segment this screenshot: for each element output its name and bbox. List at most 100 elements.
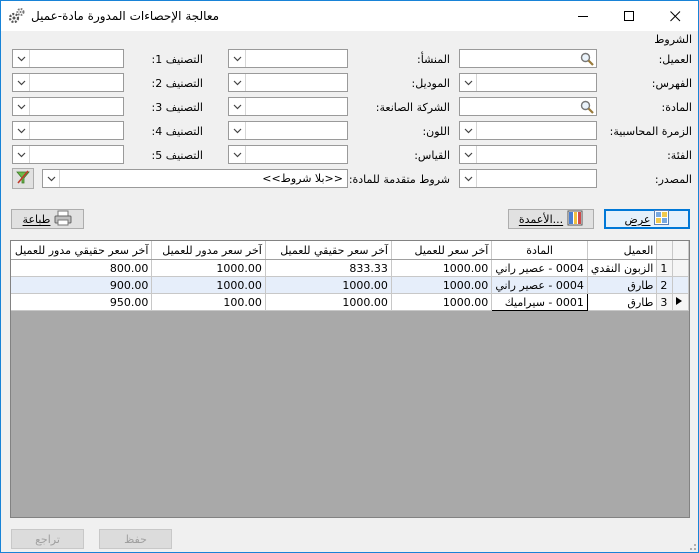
cell-last-rounded[interactable]: 1000.00 xyxy=(151,276,266,294)
cell-last-price[interactable]: 1000.00 xyxy=(391,293,493,311)
cell-last-price[interactable]: 1000.00 xyxy=(391,276,493,294)
cell-material[interactable]: 0004 - عصير راني xyxy=(491,259,588,277)
chevron-down-icon[interactable] xyxy=(229,122,246,139)
chevron-down-icon[interactable] xyxy=(13,98,30,115)
show-button[interactable]: عرض xyxy=(604,209,690,229)
class3-label: التصنيف 3: xyxy=(151,101,203,114)
chevron-down-icon[interactable] xyxy=(13,122,30,139)
chevron-down-icon[interactable] xyxy=(460,74,477,91)
table-row[interactable]: 900.00 1000.00 1000.00 1000.00 0004 - عص… xyxy=(11,276,689,294)
size-dropdown[interactable] xyxy=(228,145,348,164)
chevron-down-icon[interactable] xyxy=(13,74,30,91)
source-label: المصدر: xyxy=(654,173,692,186)
current-row-arrow-icon xyxy=(676,296,683,305)
cell-last-real[interactable]: 1000.00 xyxy=(265,276,392,294)
search-icon[interactable] xyxy=(578,98,596,115)
index-label: الفهرس: xyxy=(651,77,692,90)
chevron-down-icon[interactable] xyxy=(43,170,60,187)
columns-label: الأعمدة... xyxy=(518,212,564,226)
cell-last-rounded[interactable]: 100.00 xyxy=(151,293,266,311)
cell-last-rounded[interactable]: 1000.00 xyxy=(151,259,266,277)
print-button[interactable]: طباعة xyxy=(11,209,84,229)
chevron-down-icon[interactable] xyxy=(460,170,477,187)
advanced-conditions-value: <<بلا شروط>> xyxy=(262,172,343,185)
model-label: الموديل: xyxy=(411,77,450,90)
model-dropdown[interactable] xyxy=(228,73,348,92)
cell-last-real-rounded[interactable]: 800.00 xyxy=(11,259,153,277)
cell-customer[interactable]: الزبون النقدي xyxy=(587,259,658,277)
row-number-header xyxy=(656,241,674,260)
index-dropdown[interactable] xyxy=(459,73,597,92)
chevron-down-icon[interactable] xyxy=(460,146,477,163)
columns-button[interactable]: الأعمدة... xyxy=(508,209,594,229)
class5-label: التصنيف 5: xyxy=(151,149,203,162)
table-header-row: آخر سعر حقيقي مدور للعميل آخر سعر مدور ل… xyxy=(11,241,689,260)
cell-customer[interactable]: طارق xyxy=(587,276,658,294)
class2-dropdown[interactable] xyxy=(12,73,124,92)
chevron-down-icon[interactable] xyxy=(229,50,246,67)
table-row[interactable]: 800.00 1000.00 833.33 1000.00 0004 - عصي… xyxy=(11,259,689,277)
origin-dropdown[interactable] xyxy=(228,49,348,68)
maximize-button[interactable] xyxy=(606,1,652,31)
row-indicator[interactable] xyxy=(672,276,689,294)
chevron-down-icon[interactable] xyxy=(229,98,246,115)
accounting-group-label: الزمرة المحاسبية: xyxy=(609,125,692,138)
category-dropdown[interactable] xyxy=(459,145,597,164)
class1-dropdown[interactable] xyxy=(12,49,124,68)
col-header-material[interactable]: المادة xyxy=(491,241,588,260)
chevron-down-icon[interactable] xyxy=(229,74,246,91)
close-button[interactable] xyxy=(652,1,698,31)
cell-last-price[interactable]: 1000.00 xyxy=(391,259,493,277)
chevron-down-icon[interactable] xyxy=(460,122,477,139)
filter-wizard-button[interactable] xyxy=(12,168,34,189)
col-header-last-real[interactable]: آخر سعر حقيقي للعميل xyxy=(265,241,392,260)
chevron-down-icon[interactable] xyxy=(229,146,246,163)
col-header-last-real-rounded[interactable]: آخر سعر حقيقي مدور للعميل xyxy=(11,241,153,260)
save-label: حفظ xyxy=(124,532,147,546)
class4-dropdown[interactable] xyxy=(12,121,124,140)
chevron-down-icon[interactable] xyxy=(13,146,30,163)
advanced-conditions-label: شروط متقدمة للمادة: xyxy=(348,173,450,186)
customer-field[interactable] xyxy=(459,49,597,68)
chevron-down-icon[interactable] xyxy=(13,50,30,67)
row-indicator-header xyxy=(672,241,689,260)
accounting-group-dropdown[interactable] xyxy=(459,121,597,140)
category-label: الفئة: xyxy=(667,149,692,162)
cell-material[interactable]: 0004 - عصير راني xyxy=(491,276,588,294)
results-grid[interactable]: آخر سعر حقيقي مدور للعميل آخر سعر مدور ل… xyxy=(10,240,690,518)
cell-last-real[interactable]: 833.33 xyxy=(265,259,392,277)
material-label: المادة: xyxy=(661,101,693,114)
cell-last-real[interactable]: 1000.00 xyxy=(265,293,392,311)
results-table: آخر سعر حقيقي مدور للعميل آخر سعر مدور ل… xyxy=(11,241,689,311)
row-number: 2 xyxy=(656,276,674,294)
col-header-customer[interactable]: العميل xyxy=(587,241,658,260)
save-button[interactable]: حفظ xyxy=(99,529,172,549)
class3-dropdown[interactable] xyxy=(12,97,124,116)
cell-last-real-rounded[interactable]: 950.00 xyxy=(11,293,153,311)
cell-customer[interactable]: طارق xyxy=(587,293,658,311)
table-row[interactable]: 950.00 100.00 1000.00 1000.00 0001 - سير… xyxy=(11,293,689,311)
undo-button[interactable]: تراجع xyxy=(11,529,84,549)
col-header-last-price[interactable]: آخر سعر للعميل xyxy=(391,241,493,260)
main-window: معالجة الإحصاءات المدورة مادة-عميل الشرو… xyxy=(0,0,699,553)
color-dropdown[interactable] xyxy=(228,121,348,140)
grid-view-icon xyxy=(654,210,670,228)
advanced-conditions-dropdown[interactable]: <<بلا شروط>> xyxy=(42,169,348,188)
row-number: 3 xyxy=(656,293,674,311)
source-dropdown[interactable] xyxy=(459,169,597,188)
title-bar: معالجة الإحصاءات المدورة مادة-عميل xyxy=(1,1,698,31)
customer-label: العميل: xyxy=(658,53,692,66)
row-number: 1 xyxy=(656,259,674,277)
cell-last-real-rounded[interactable]: 900.00 xyxy=(11,276,153,294)
minimize-button[interactable] xyxy=(560,1,606,31)
row-indicator[interactable] xyxy=(672,259,689,277)
material-field[interactable] xyxy=(459,97,597,116)
col-header-last-rounded[interactable]: آخر سعر مدور للعميل xyxy=(151,241,266,260)
search-icon[interactable] xyxy=(578,50,596,67)
cell-material[interactable]: 0001 - سيراميك xyxy=(491,293,588,311)
class5-dropdown[interactable] xyxy=(12,145,124,164)
manufacturer-dropdown[interactable] xyxy=(228,97,348,116)
row-indicator[interactable] xyxy=(672,293,689,311)
resize-grip-icon[interactable] xyxy=(687,541,697,551)
gears-icon xyxy=(8,7,26,25)
